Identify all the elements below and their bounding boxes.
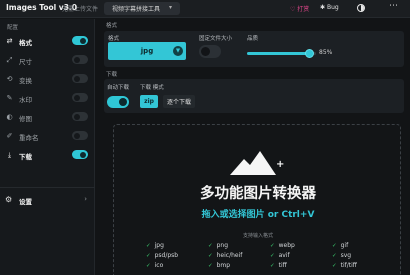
format-item: ✓ ico — [146, 262, 164, 269]
sponsor-link[interactable]: ♡ 打赏 — [290, 4, 309, 13]
format-item: ✓ psd/psb — [146, 252, 179, 259]
download-mode-individual-button[interactable]: 逐个下载 — [163, 95, 195, 108]
format-section-title: 格式 — [106, 23, 118, 29]
bug-label: Bug — [326, 4, 339, 11]
format-item: ✓ png — [208, 242, 229, 249]
sidebar-item-label: 修图 — [19, 115, 32, 123]
retouch-icon: ◐ — [6, 113, 13, 121]
resize-icon: ⤢ — [6, 56, 13, 64]
supported-formats-label: 支持输入格式 — [242, 233, 273, 239]
format-label: 格式 — [108, 36, 120, 42]
download-icon: ⤓ — [7, 151, 12, 159]
format-toggle[interactable] — [72, 36, 88, 45]
retouch-toggle[interactable] — [72, 112, 88, 121]
sidebar: 配置 ⇄ 格式 ⤢ 尺寸 ⟲ 变换 ✎ 水印 ◐ 修图 ✐ 重命名 ⤓ 下载 ⚙… — [0, 19, 95, 275]
theme-toggle-icon[interactable] — [357, 4, 365, 12]
download-mode-zip-button[interactable]: zip — [140, 95, 158, 108]
format-item: ✓ jpg — [146, 242, 164, 249]
quality-slider-thumb[interactable] — [305, 49, 314, 58]
check-icon: ✓ — [332, 253, 337, 259]
size-toggle[interactable] — [72, 55, 88, 64]
sidebar-item-label: 设置 — [19, 198, 32, 206]
check-icon: ✓ — [146, 243, 151, 249]
sidebar-item-label: 格式 — [19, 39, 32, 47]
watermark-icon: ✎ — [6, 94, 13, 102]
fixed-size-toggle[interactable] — [199, 45, 221, 58]
drop-zone-title: 多功能图片转换器 — [200, 186, 316, 202]
swap-icon: ⇄ — [6, 37, 13, 45]
tool-mode-select-value: 视频字幕拼接工具 — [112, 6, 161, 13]
sidebar-item-label: 水印 — [19, 96, 32, 104]
check-icon: ✓ — [270, 243, 275, 249]
check-icon: ✓ — [208, 253, 213, 259]
check-icon: ✓ — [270, 253, 275, 259]
image-mountain-icon: + — [230, 151, 284, 175]
sidebar-item-label: 变换 — [19, 77, 32, 85]
check-icon: ✓ — [332, 243, 337, 249]
sidebar-header: 配置 — [7, 25, 19, 31]
format-select-value: jpg — [140, 47, 154, 55]
check-icon: ✓ — [270, 263, 275, 269]
format-panel: 格式 jpg ▼ 固定文件大小 品质 85% — [104, 31, 404, 67]
sidebar-item-format[interactable]: ⇄ 格式 — [0, 33, 95, 50]
quality-slider-fill — [247, 52, 311, 55]
chevron-down-icon: ▾ — [168, 4, 172, 11]
sidebar-item-watermark[interactable]: ✎ 水印 — [0, 90, 95, 107]
bug-report-link[interactable]: ✱ Bug — [320, 4, 339, 11]
rename-icon: ✐ — [6, 132, 13, 140]
app-subtitle: 无需上传文件 — [62, 6, 99, 13]
sidebar-item-transform[interactable]: ⟲ 变换 — [0, 71, 95, 88]
image-drop-zone[interactable]: + 多功能图片转换器 拖入或选择图片 or Ctrl+V 支持输入格式 ✓ jpg… — [113, 124, 401, 275]
svg-text:+: + — [276, 159, 284, 170]
sidebar-item-label: 尺寸 — [19, 58, 32, 66]
chevron-down-icon: ▼ — [173, 46, 183, 56]
download-panel: 自动下载 下载 模式 zip 逐个下载 — [104, 79, 404, 113]
format-item: ✓ heic/heif — [208, 252, 243, 259]
format-item: ✓ svg — [332, 252, 352, 259]
quality-value: 85% — [319, 49, 333, 56]
chevron-right-icon: › — [84, 195, 87, 203]
bug-icon: ✱ — [320, 4, 326, 11]
format-item: ✓ avif — [270, 252, 290, 259]
watermark-toggle[interactable] — [72, 93, 88, 102]
sidebar-divider — [0, 187, 95, 188]
format-item: ✓ gif — [332, 242, 349, 249]
format-select[interactable]: jpg ▼ — [108, 42, 186, 60]
sidebar-item-rename[interactable]: ✐ 重命名 — [0, 128, 95, 145]
format-item: ✓ tiff — [270, 262, 287, 269]
sidebar-item-label: 重命名 — [19, 134, 39, 142]
auto-download-toggle[interactable] — [107, 96, 129, 108]
download-toggle[interactable] — [72, 150, 88, 159]
drop-zone-subtitle: 拖入或选择图片 or Ctrl+V — [201, 210, 315, 220]
sidebar-item-retouch[interactable]: ◐ 修图 — [0, 109, 95, 126]
format-item: ✓ tif/tiff — [332, 262, 357, 269]
sidebar-item-label: 下载 — [19, 153, 32, 161]
sidebar-item-download[interactable]: ⤓ 下载 — [0, 147, 95, 164]
check-icon: ✓ — [332, 263, 337, 269]
more-icon[interactable]: ⋯ — [389, 1, 398, 11]
download-mode-label: 下载 模式 — [140, 85, 164, 91]
auto-download-label: 自动下载 — [107, 85, 130, 91]
check-icon: ✓ — [146, 263, 151, 269]
format-item: ✓ bmp — [208, 262, 231, 269]
check-icon: ✓ — [208, 243, 213, 249]
sidebar-item-settings[interactable]: ⚙ 设置 › — [0, 191, 95, 208]
check-icon: ✓ — [208, 263, 213, 269]
rotate-icon: ⟲ — [6, 75, 13, 83]
rename-toggle[interactable] — [72, 131, 88, 140]
fixed-size-label: 固定文件大小 — [199, 36, 233, 42]
quality-label: 品质 — [247, 36, 259, 42]
format-item: ✓ webp — [270, 242, 295, 249]
check-icon: ✓ — [146, 253, 151, 259]
download-section-title: 下载 — [106, 72, 118, 78]
transform-toggle[interactable] — [72, 74, 88, 83]
sidebar-item-size[interactable]: ⤢ 尺寸 — [0, 52, 95, 69]
top-bar: Images Tool v3.0 无需上传文件 视频字幕拼接工具 ▾ ♡ 打赏 … — [0, 0, 410, 18]
gear-icon: ⚙ — [5, 195, 13, 204]
tool-mode-select[interactable]: 视频字幕拼接工具 ▾ — [104, 2, 180, 15]
